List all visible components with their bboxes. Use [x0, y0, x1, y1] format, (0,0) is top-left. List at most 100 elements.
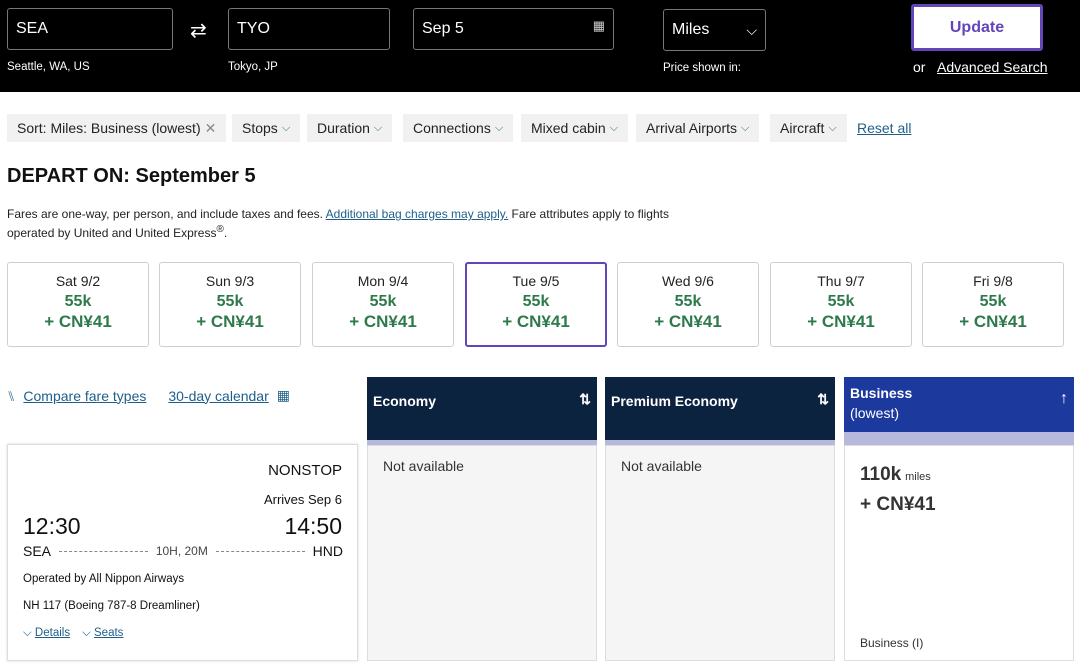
calendar-icon[interactable]: ▦ — [277, 387, 290, 404]
economy-column-header[interactable]: Economy ⇅ — [367, 377, 597, 440]
not-available-text: Not available — [383, 458, 464, 474]
chevron-down-icon: ⌵ — [741, 121, 750, 134]
details-link[interactable]: Details — [35, 627, 70, 639]
miles-unit: miles — [905, 471, 931, 483]
filter-duration[interactable]: Duration ⌵ — [307, 114, 393, 142]
route-line: SEA 10H, 20M HND — [23, 543, 343, 559]
business-fare-cell[interactable]: 110k miles + CN¥41 Business (I) — [844, 445, 1074, 661]
fare-cash: + CN¥41 — [860, 494, 936, 515]
date-miles: 55k — [369, 293, 397, 310]
page-title: DEPART ON: September 5 — [7, 165, 256, 188]
date-card[interactable]: Fri 9/8 55k + CN¥41 — [922, 262, 1064, 347]
date-card[interactable]: Tue 9/5 55k + CN¥41 — [465, 262, 607, 347]
date-label: Tue 9/5 — [512, 273, 560, 289]
origin-code: SEA — [23, 543, 52, 559]
sort-icon[interactable]: ⇅ — [817, 391, 829, 426]
destination-value: TYO — [237, 20, 270, 37]
origin-label: Seattle, WA, US — [7, 61, 90, 73]
date-card[interactable]: Sun 9/3 55k + CN¥41 — [159, 262, 301, 347]
fare-class: Business (I) — [860, 636, 924, 650]
flight-links: ⌵ Details ⌵ Seats — [23, 627, 123, 640]
date-cash: + CN¥41 — [44, 312, 112, 331]
column-subtitle: (lowest) — [850, 405, 900, 421]
date-miles: 55k — [979, 293, 1007, 310]
chevron-down-icon: ⌵ — [609, 121, 619, 134]
filter-label: Aircraft — [780, 120, 825, 136]
duration: 10H, 20M — [155, 544, 208, 558]
currency-select[interactable]: Miles ⌵ — [663, 9, 766, 51]
filter-arrival-airports[interactable]: Arrival Airports ⌵ — [636, 114, 760, 142]
economy-column-body: Not available — [367, 445, 597, 661]
swap-icon[interactable]: ⇄ — [190, 18, 207, 43]
30-day-calendar-link[interactable]: 30-day calendar — [168, 388, 268, 404]
reset-all-link[interactable]: Reset all — [857, 120, 911, 136]
filter-label: Connections — [413, 120, 491, 136]
filter-aircraft[interactable]: Aircraft ⌵ — [770, 114, 847, 142]
advanced-search-link[interactable]: Advanced Search — [937, 59, 1048, 75]
details-toggle[interactable]: ⌵ Details — [23, 627, 70, 640]
chevron-down-icon: ⌵ — [281, 121, 291, 134]
chevron-down-icon: ⌵ — [746, 21, 757, 38]
chevron-down-icon: ⌵ — [82, 627, 91, 639]
origin-input[interactable]: SEA — [7, 8, 173, 50]
date-label: Mon 9/4 — [357, 273, 409, 289]
title-date: September 5 — [135, 165, 256, 187]
filter-stops[interactable]: Stops ⌵ — [232, 114, 301, 142]
date-miles: 55k — [522, 293, 550, 310]
calendar-icon[interactable]: ▦ — [593, 18, 605, 34]
premium-economy-column-header[interactable]: Premium Economy ⇅ — [605, 377, 835, 440]
date-miles: 55k — [64, 293, 92, 310]
arrow-up-icon[interactable]: ↑ — [1060, 389, 1068, 418]
currency-value: Miles — [672, 21, 710, 38]
date-cash: + CN¥41 — [349, 312, 417, 331]
date-cash: + CN¥41 — [959, 312, 1027, 331]
seat-icon: ⑊ — [7, 387, 16, 404]
seats-link[interactable]: Seats — [94, 627, 123, 639]
filter-connections[interactable]: Connections ⌵ — [403, 114, 514, 142]
sort-icon[interactable]: ⇅ — [579, 391, 591, 426]
date-card[interactable]: Thu 9/7 55k + CN¥41 — [770, 262, 912, 347]
destination-input[interactable]: TYO — [228, 8, 390, 50]
origin-value: SEA — [16, 20, 49, 37]
chevron-down-icon: ⌵ — [373, 121, 383, 134]
date-cash: + CN¥41 — [807, 312, 875, 331]
date-value: Sep 5 — [422, 20, 464, 37]
close-icon[interactable]: ✕ — [205, 120, 217, 137]
arrive-time: 14:50 — [284, 513, 342, 539]
date-input[interactable]: Sep 5 ▦ — [413, 8, 614, 50]
destination-label: Tokyo, JP — [228, 61, 278, 73]
flight-card: NONSTOP Arrives Sep 6 12:30 14:50 SEA 10… — [7, 444, 358, 661]
sort-label: Sort: Miles: Business (lowest) — [17, 120, 201, 136]
stops-label: NONSTOP — [268, 462, 342, 479]
date-label: Fri 9/8 — [973, 273, 1013, 289]
business-column-header[interactable]: Business (lowest) ↑ — [844, 377, 1074, 432]
date-card[interactable]: Wed 9/6 55k + CN¥41 — [617, 262, 759, 347]
seats-toggle[interactable]: ⌵ Seats — [82, 627, 123, 640]
destination-code: HND — [312, 543, 344, 559]
column-title: Premium Economy — [611, 393, 738, 409]
date-label: Sat 9/2 — [55, 273, 101, 289]
fare-miles: 110k — [860, 464, 902, 485]
or-text: or — [913, 59, 926, 75]
operator: Operated by All Nippon Airways — [23, 573, 185, 585]
date-card[interactable]: Sat 9/2 55k + CN¥41 — [7, 262, 149, 347]
date-card[interactable]: Mon 9/4 55k + CN¥41 — [312, 262, 454, 347]
bag-charges-link[interactable]: Additional bag charges may apply. — [326, 207, 509, 221]
update-button[interactable]: Update — [911, 4, 1043, 51]
filter-label: Mixed cabin — [531, 120, 606, 136]
date-cash: + CN¥41 — [654, 312, 722, 331]
date-label: Thu 9/7 — [817, 273, 865, 289]
column-title: Economy — [373, 393, 437, 409]
sort-chip[interactable]: Sort: Miles: Business (lowest) ✕ — [7, 114, 227, 142]
tools-row: ⑊ Compare fare types 30-day calendar ▦ — [7, 387, 290, 404]
depart-time: 12:30 — [23, 513, 81, 539]
filter-label: Stops — [242, 120, 278, 136]
date-cash: + CN¥41 — [196, 312, 264, 331]
notice-text: Fares are one-way, per person, and inclu… — [7, 207, 323, 221]
filter-mixed-cabin[interactable]: Mixed cabin ⌵ — [521, 114, 629, 142]
filter-label: Arrival Airports — [646, 120, 738, 136]
registered-mark: ® — [216, 224, 224, 235]
date-miles: 55k — [674, 293, 702, 310]
compare-fare-types-link[interactable]: Compare fare types — [23, 388, 146, 404]
date-miles: 55k — [827, 293, 855, 310]
